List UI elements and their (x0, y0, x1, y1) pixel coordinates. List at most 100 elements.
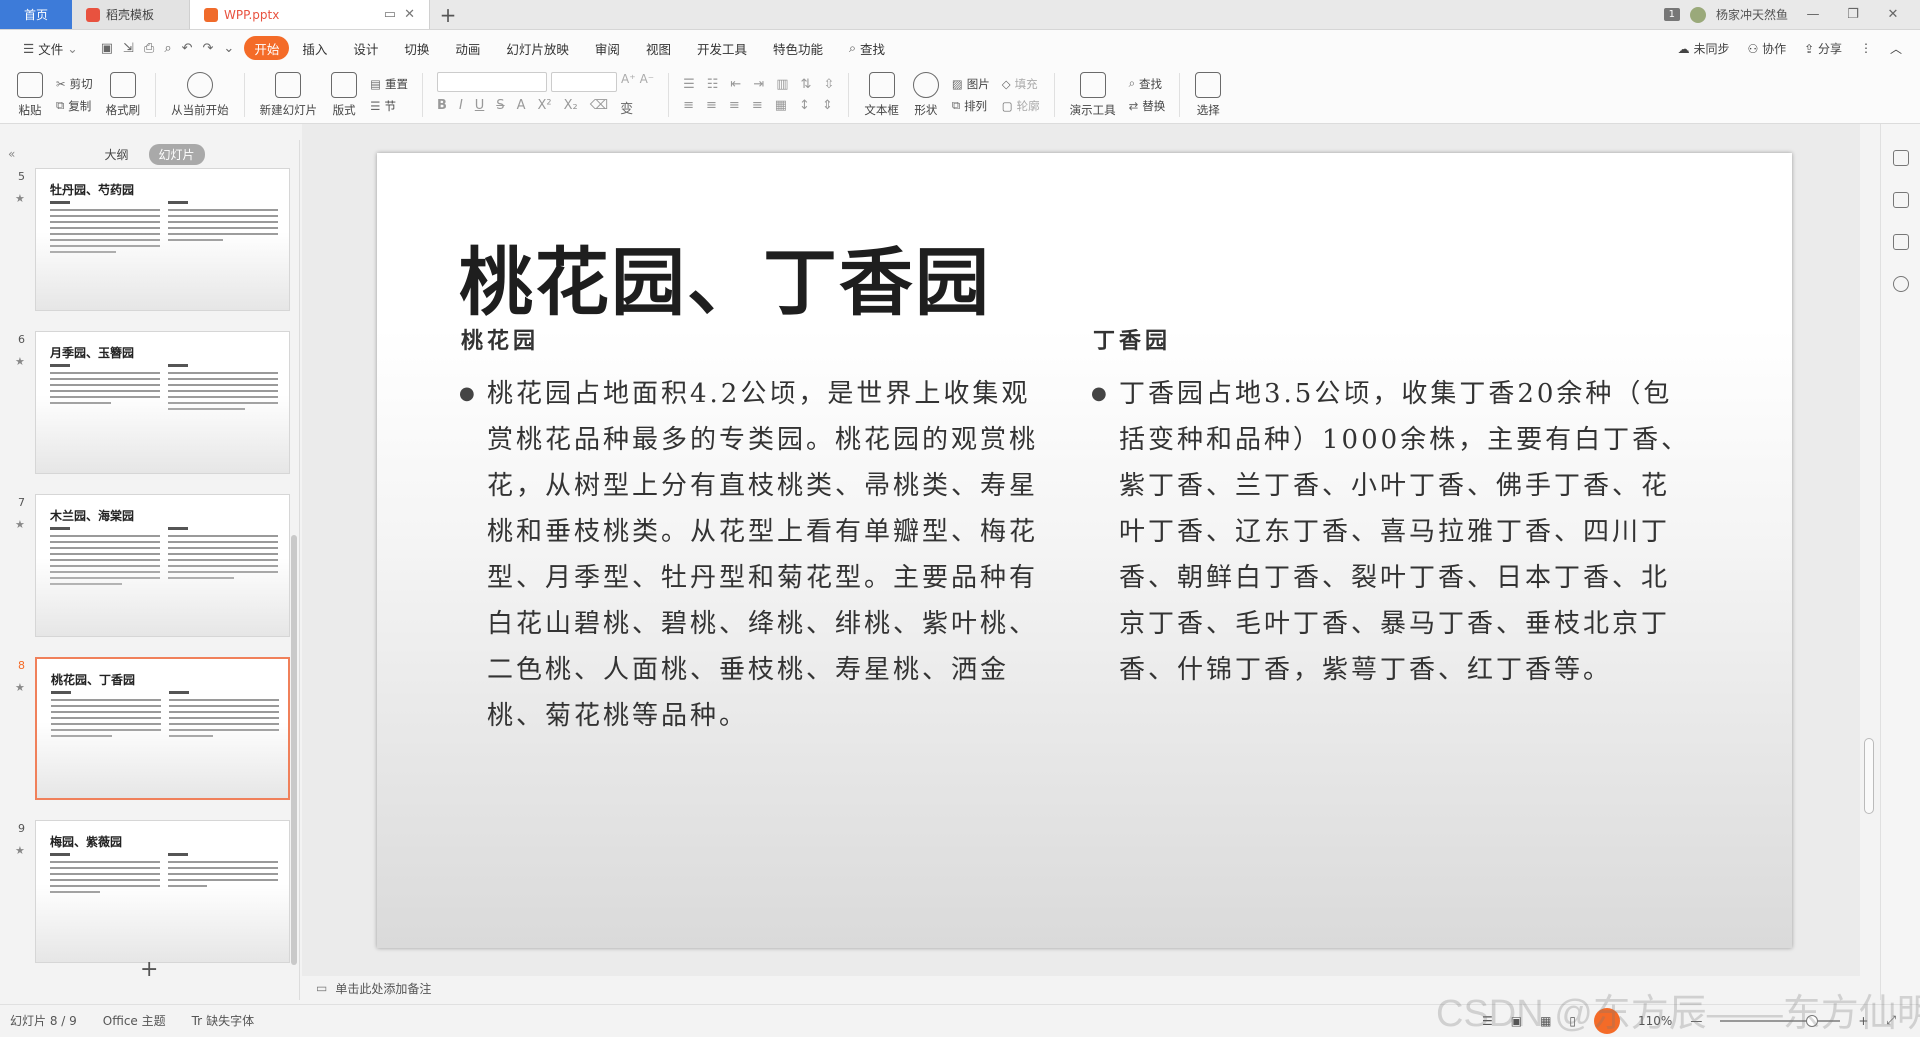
canvas-scrollbar[interactable] (1864, 738, 1874, 814)
menu-slideshow[interactable]: 幻灯片放映 (493, 36, 582, 60)
new-tab-button[interactable]: + (430, 0, 466, 29)
right-column-heading[interactable]: 丁香园 (1093, 323, 1171, 355)
tab-outline[interactable]: 大纲 (94, 144, 138, 165)
select-button[interactable]: 选择 (1195, 71, 1222, 118)
slide-thumbnail[interactable]: 木兰园、海棠园 (35, 494, 290, 637)
paste-button[interactable]: 粘贴 (17, 71, 43, 118)
format-painter-button[interactable]: 格式刷 (106, 71, 140, 118)
bold-button[interactable]: B (437, 98, 447, 117)
collaborate-button[interactable]: ⚇ 协作 (1748, 40, 1787, 57)
justify-icon[interactable]: ≡ (752, 98, 763, 113)
textbox-button[interactable]: 文本框 (864, 71, 899, 118)
tab-document[interactable]: WPP.pptx ▭ ✕ (190, 0, 430, 29)
font-color-button[interactable]: A (517, 98, 526, 117)
underline-button[interactable]: U (475, 98, 485, 117)
properties-icon[interactable] (1892, 150, 1909, 166)
grow-font-icon[interactable]: A⁺ (621, 72, 636, 92)
slide-thumbnail-current[interactable]: 桃花园、丁香园 (35, 657, 290, 800)
align-text-icon[interactable]: ⇳ (823, 77, 834, 92)
left-column-heading[interactable]: 桃花园 (461, 323, 539, 355)
slide-thumbnail[interactable]: 梅园、紫薇园 (35, 820, 290, 963)
section-button[interactable]: ☰ 节 (370, 98, 408, 114)
reset-button[interactable]: ▤ 重置 (370, 76, 408, 92)
right-column-body[interactable]: ● 丁香园占地3.5公顷，收集丁香20余种（包括变种和品种）1000余株，主要有… (1091, 371, 1691, 693)
layout-button[interactable]: 版式 (331, 71, 358, 118)
redo-icon[interactable]: ↷ (203, 41, 214, 56)
menu-search[interactable]: ⌕ 查找 (836, 36, 898, 60)
replace-button[interactable]: ⇄ 替换 (1129, 98, 1166, 114)
tab-close-icon[interactable]: ✕ (404, 7, 415, 22)
increase-indent-icon[interactable]: ⇥ (753, 77, 764, 92)
menu-view[interactable]: 视图 (633, 36, 684, 60)
menu-developer[interactable]: 开发工具 (684, 36, 760, 60)
save-icon[interactable]: ▣ (101, 41, 113, 56)
animation-pane-icon[interactable] (1892, 192, 1909, 208)
slide-transition-icon[interactable] (1892, 234, 1909, 250)
slide-title[interactable]: 桃花园、丁香园 (459, 223, 991, 330)
slide-thumbnail[interactable]: 牡丹园、芍药园 (35, 168, 290, 311)
menu-special-features[interactable]: 特色功能 (760, 36, 836, 60)
font-family-select[interactable] (437, 72, 548, 92)
text-direction-icon[interactable]: ⇅ (801, 77, 812, 92)
more-icon[interactable]: ⋮ (1860, 41, 1872, 55)
file-menu[interactable]: ☰ 文件 ⌄ (10, 36, 91, 60)
restore-icon[interactable]: ❐ (1838, 7, 1868, 22)
line-spacing-icon[interactable]: ↕ (799, 98, 810, 113)
export-icon[interactable]: ⇲ (123, 41, 134, 56)
font-size-select[interactable] (551, 72, 618, 92)
subscript-icon[interactable]: X₂ (564, 98, 578, 117)
sync-status[interactable]: ☁ 未同步 (1678, 40, 1730, 57)
menu-animations[interactable]: 动画 (442, 36, 493, 60)
current-slide[interactable]: 桃花园、丁香园 桃花园 ● 桃花园占地面积4.2公顷，是世界上收集观赏桃花品种最… (377, 153, 1792, 948)
minimize-icon[interactable]: — (1798, 7, 1828, 22)
theme-name[interactable]: Office 主题 (103, 1012, 166, 1029)
customize-icon[interactable]: ⌄ (223, 41, 234, 56)
tab-docer-templates[interactable]: 稻壳模板 (72, 0, 190, 29)
menu-home[interactable]: 开始 (244, 36, 290, 60)
copy-button[interactable]: ⧉ 复制 (56, 98, 93, 114)
undo-icon[interactable]: ↶ (182, 41, 193, 56)
print-icon[interactable]: ⎙ (144, 41, 154, 56)
bullets-icon[interactable]: ☰ (683, 77, 695, 92)
columns-icon[interactable]: ▥ (776, 77, 788, 92)
distribute-icon[interactable]: ▦ (775, 98, 787, 113)
shrink-font-icon[interactable]: A⁻ (640, 72, 655, 92)
align-center-icon[interactable]: ≡ (706, 98, 717, 113)
share-button[interactable]: ⇪ 分享 (1804, 40, 1842, 57)
help-icon[interactable] (1892, 276, 1909, 292)
collapse-ribbon-icon[interactable]: ︿ (1890, 40, 1902, 57)
print-preview-icon[interactable]: ⌕ (164, 41, 171, 56)
superscript-icon[interactable]: X² (537, 98, 551, 117)
italic-button[interactable]: I (459, 98, 463, 117)
menu-insert[interactable]: 插入 (289, 36, 340, 60)
tab-pin-icon[interactable]: ▭ (384, 7, 396, 22)
thumbnail-scrollbar[interactable] (291, 535, 297, 965)
tab-slides[interactable]: 幻灯片 (148, 143, 205, 165)
new-slide-button[interactable]: 新建幻灯片 (260, 71, 317, 118)
menu-design[interactable]: 设计 (340, 36, 391, 60)
menu-transitions[interactable]: 切换 (391, 36, 442, 60)
tab-home[interactable]: 首页 (0, 0, 72, 29)
paragraph-spacing-icon[interactable]: ⇕ (822, 98, 833, 113)
numbering-icon[interactable]: ☷ (707, 77, 719, 92)
window-count-badge[interactable]: 1 (1663, 8, 1680, 21)
left-column-body[interactable]: ● 桃花园占地面积4.2公顷，是世界上收集观赏桃花品种最多的专类园。桃花园的观赏… (459, 371, 1059, 739)
text-effect-icon[interactable]: 变 (620, 98, 633, 117)
outline-button[interactable]: ▢ 轮廓 (1002, 98, 1040, 114)
collapse-panel-icon[interactable]: « (8, 147, 15, 161)
fill-button[interactable]: ◇ 填充 (1002, 76, 1040, 92)
find-button[interactable]: ⌕ 查找 (1129, 76, 1166, 92)
menu-review[interactable]: 审阅 (582, 36, 633, 60)
align-right-icon[interactable]: ≡ (729, 98, 740, 113)
user-avatar[interactable] (1689, 6, 1706, 23)
cut-button[interactable]: ✂ 剪切 (56, 76, 93, 92)
close-window-icon[interactable]: ✕ (1878, 7, 1908, 22)
missing-font-button[interactable]: Tr 缺失字体 (192, 1012, 255, 1029)
arrange-button[interactable]: ⧉ 排列 (952, 98, 990, 114)
user-name[interactable]: 杨家冲天然鱼 (1716, 6, 1788, 23)
clear-format-icon[interactable]: ⌫ (590, 98, 608, 117)
slide-thumbnail[interactable]: 月季园、玉簪园 (35, 331, 290, 474)
decrease-indent-icon[interactable]: ⇤ (730, 77, 741, 92)
picture-button[interactable]: ▨ 图片 (952, 76, 990, 92)
align-left-icon[interactable]: ≡ (683, 98, 694, 113)
